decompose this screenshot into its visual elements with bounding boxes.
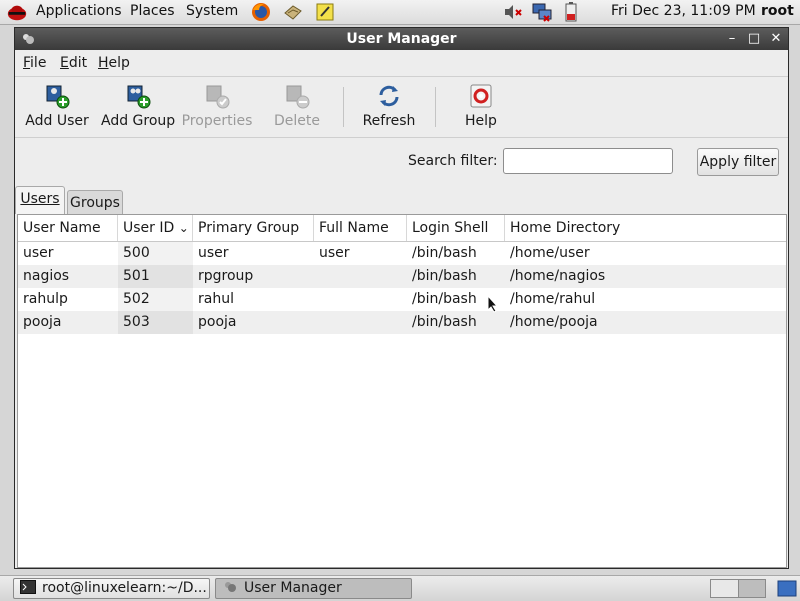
delete-button[interactable]: Delete	[267, 83, 327, 133]
terminal-icon	[20, 580, 36, 594]
properties-button[interactable]: Properties	[179, 83, 255, 133]
apply-filter-button[interactable]: Apply filter	[697, 148, 779, 176]
cell-user-name: pooja	[23, 314, 62, 330]
taskbar-terminal[interactable]: root@linuxelearn:~/D...	[13, 578, 210, 599]
cell-primary-group: user	[198, 245, 229, 261]
add-user-icon	[46, 85, 70, 109]
add-group-label: Add Group	[101, 113, 176, 129]
cell-user-name: nagios	[23, 268, 70, 284]
maximize-button[interactable]: □	[745, 30, 763, 48]
mouse-cursor-icon	[487, 295, 499, 313]
top-panel: Applications Places System Fri Dec 23, 1…	[0, 0, 800, 25]
cell-user-id: 503	[118, 311, 193, 334]
refresh-button[interactable]: Refresh	[357, 83, 421, 133]
network-icon[interactable]	[531, 1, 553, 23]
cell-login-shell: /bin/bash	[412, 268, 477, 284]
applications-menu[interactable]: Applications	[36, 3, 122, 19]
search-filter-label: Search filter:	[408, 153, 498, 169]
redhat-logo-icon[interactable]	[6, 1, 28, 23]
help-icon	[470, 84, 492, 108]
tab-groups-label: Groups	[70, 195, 120, 211]
table-header: User Name User ID ⌄ Primary Group Full N…	[18, 215, 786, 242]
help-button[interactable]: Help	[455, 83, 507, 133]
taskbar-terminal-label: root@linuxelearn:~/D...	[42, 580, 207, 596]
tab-users[interactable]: Users	[15, 186, 65, 214]
volume-muted-icon[interactable]	[502, 1, 524, 23]
tab-groups[interactable]: Groups	[67, 190, 123, 216]
column-header-home-directory[interactable]: Home Directory	[505, 215, 786, 241]
cell-full-name: user	[319, 245, 350, 261]
tab-users-label: Users	[20, 191, 60, 207]
places-menu[interactable]: Places	[130, 3, 175, 19]
show-desktop-icon[interactable]	[777, 579, 797, 598]
sort-descending-icon: ⌄	[178, 221, 189, 235]
properties-icon	[206, 85, 230, 109]
column-header-user-name[interactable]: User Name	[18, 215, 118, 241]
column-header-user-id-label: User ID	[123, 220, 175, 236]
properties-label: Properties	[181, 113, 253, 129]
menu-edit[interactable]: Edit	[60, 55, 87, 71]
user-menu[interactable]: root	[761, 3, 794, 19]
search-filter-input[interactable]	[503, 148, 673, 174]
cell-full-name	[314, 265, 407, 288]
bottom-panel: root@linuxelearn:~/D... User Manager	[0, 575, 800, 601]
battery-icon[interactable]	[560, 1, 582, 23]
menubar: File Edit Help	[15, 50, 788, 76]
column-header-primary-group[interactable]: Primary Group	[193, 215, 314, 241]
workspace-1[interactable]	[711, 580, 739, 597]
taskbar-user-manager[interactable]: User Manager	[215, 578, 412, 599]
menu-help[interactable]: Help	[98, 55, 130, 71]
table-row[interactable]: nagios 501 rpgroup /bin/bash /home/nagio…	[18, 265, 786, 288]
refresh-icon	[379, 85, 399, 107]
system-menu[interactable]: System	[186, 3, 238, 19]
column-header-user-id[interactable]: User ID ⌄	[118, 215, 193, 241]
minimize-button[interactable]: –	[723, 30, 741, 48]
cell-user-name: rahulp	[23, 291, 68, 307]
user-manager-icon	[225, 582, 236, 592]
cell-login-shell: /bin/bash	[412, 245, 477, 261]
cell-primary-group: pooja	[198, 314, 237, 330]
taskbar-user-manager-label: User Manager	[244, 580, 342, 596]
add-group-button[interactable]: Add Group	[101, 83, 175, 133]
toolbar-separator	[435, 87, 436, 127]
notes-icon[interactable]	[314, 1, 336, 23]
user-manager-window: User Manager – □ ✕ File Edit Help Add Us…	[14, 27, 789, 569]
table-row[interactable]: pooja 503 pooja /bin/bash /home/pooja	[18, 311, 786, 334]
firefox-icon[interactable]	[250, 1, 272, 23]
delete-label: Delete	[274, 113, 320, 129]
menu-file[interactable]: File	[23, 55, 46, 71]
cell-user-name: user	[23, 245, 54, 261]
cell-home-directory: /home/nagios	[510, 268, 606, 284]
cell-home-directory: /home/user	[510, 245, 590, 261]
delete-icon	[286, 85, 310, 109]
users-table[interactable]: User Name User ID ⌄ Primary Group Full N…	[17, 214, 787, 568]
cell-primary-group: rpgroup	[198, 268, 254, 284]
column-header-login-shell[interactable]: Login Shell	[407, 215, 505, 241]
cell-home-directory: /home/pooja	[510, 314, 598, 330]
table-row[interactable]: user 500 user user /bin/bash /home/user	[18, 242, 786, 265]
add-group-icon	[127, 85, 151, 109]
cell-user-id: 501	[118, 265, 193, 288]
titlebar[interactable]: User Manager – □ ✕	[15, 28, 788, 50]
table-row[interactable]: rahulp 502 rahul /bin/bash /home/rahul	[18, 288, 786, 311]
cell-home-directory: /home/rahul	[510, 291, 596, 307]
cell-user-id: 502	[118, 288, 193, 311]
add-user-label: Add User	[25, 113, 89, 129]
add-user-button[interactable]: Add User	[23, 83, 91, 133]
close-button[interactable]: ✕	[767, 30, 785, 48]
workspace-switcher[interactable]	[710, 579, 766, 598]
column-header-full-name[interactable]: Full Name	[314, 215, 407, 241]
window-title: User Manager	[346, 31, 457, 47]
cell-full-name	[314, 288, 407, 311]
cell-full-name	[314, 311, 407, 334]
refresh-label: Refresh	[362, 113, 416, 129]
clock[interactable]: Fri Dec 23, 11:09 PM	[611, 3, 756, 19]
cell-primary-group: rahul	[198, 291, 234, 307]
toolbar: Add User Add Group Properties Delete Ref…	[15, 76, 788, 138]
toolbar-separator	[343, 87, 344, 127]
cell-user-id: 500	[118, 242, 193, 265]
mail-icon[interactable]	[282, 1, 304, 23]
help-label: Help	[465, 113, 497, 129]
cell-login-shell: /bin/bash	[412, 314, 477, 330]
